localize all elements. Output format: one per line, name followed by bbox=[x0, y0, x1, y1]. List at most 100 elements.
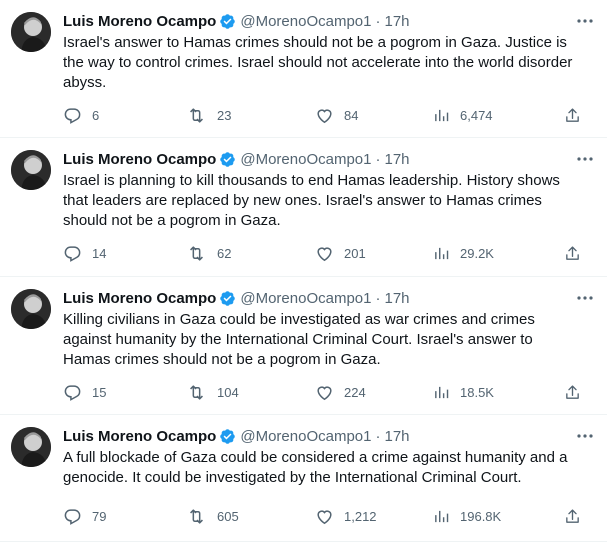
tweet-actions: 6 23 84 6,474 bbox=[63, 105, 591, 125]
tweet-text: Israel is planning to kill thousands to … bbox=[63, 172, 560, 229]
tweet-actions: 79 605 1,212 196.8K bbox=[63, 506, 591, 526]
views-chart-icon bbox=[435, 109, 449, 121]
heart-icon bbox=[317, 108, 332, 123]
views-button[interactable]: 29.2K bbox=[433, 243, 548, 263]
like-button[interactable]: 224 bbox=[315, 382, 433, 402]
author-handle[interactable]: @MorenoOcampo1 bbox=[240, 290, 371, 307]
reply-count: 6 bbox=[92, 107, 100, 123]
author-name[interactable]: Luis Moreno Ocampo bbox=[63, 13, 216, 30]
avatar[interactable] bbox=[11, 427, 51, 467]
retweet-icon bbox=[190, 245, 203, 261]
separator-dot: · bbox=[375, 427, 381, 445]
reply-icon bbox=[64, 245, 81, 262]
heart-icon bbox=[317, 246, 332, 261]
timestamp[interactable]: 17h bbox=[384, 428, 409, 445]
like-button[interactable]: 84 bbox=[315, 105, 433, 125]
like-count: 201 bbox=[344, 245, 366, 261]
share-icon bbox=[566, 384, 579, 399]
separator-dot: · bbox=[375, 289, 381, 307]
share-button[interactable] bbox=[564, 506, 591, 526]
tweet[interactable]: Luis Moreno Ocampo @MorenoOcampo1 · 17h … bbox=[0, 138, 607, 277]
retweet-button[interactable]: 62 bbox=[186, 243, 315, 263]
share-icon bbox=[566, 107, 579, 122]
more-options-icon[interactable] bbox=[575, 10, 595, 32]
tweet-text: Israel's answer to Hamas crimes should n… bbox=[63, 34, 573, 91]
author-handle[interactable]: @MorenoOcampo1 bbox=[240, 151, 371, 168]
heart-icon bbox=[317, 385, 332, 400]
tweet-actions: 15 104 224 18.5K bbox=[63, 382, 591, 402]
avatar[interactable] bbox=[11, 289, 51, 329]
more-options-icon[interactable] bbox=[575, 148, 595, 170]
reply-button[interactable]: 79 bbox=[63, 506, 186, 526]
verified-badge-icon bbox=[220, 13, 236, 29]
reply-icon bbox=[64, 384, 81, 401]
verified-badge-icon bbox=[220, 428, 236, 444]
retweet-icon bbox=[190, 508, 203, 524]
like-count: 1,212 bbox=[344, 508, 377, 524]
share-button[interactable] bbox=[564, 382, 591, 402]
avatar[interactable] bbox=[11, 150, 51, 190]
retweet-button[interactable]: 23 bbox=[186, 105, 315, 125]
views-chart-icon bbox=[435, 386, 449, 398]
retweet-count: 23 bbox=[217, 107, 232, 123]
more-options-icon[interactable] bbox=[575, 287, 595, 309]
avatar[interactable] bbox=[11, 12, 51, 52]
retweet-icon bbox=[190, 107, 203, 123]
retweet-count: 104 bbox=[217, 384, 239, 400]
views-button[interactable]: 6,474 bbox=[433, 105, 548, 125]
tweet[interactable]: Luis Moreno Ocampo @MorenoOcampo1 · 17h … bbox=[0, 277, 607, 415]
share-button[interactable] bbox=[564, 105, 591, 125]
tweet-feed: Luis Moreno Ocampo @MorenoOcampo1 · 17h … bbox=[0, 0, 607, 542]
reply-icon bbox=[64, 508, 81, 525]
reply-icon bbox=[64, 107, 81, 124]
timestamp[interactable]: 17h bbox=[384, 151, 409, 168]
tweet-text: Killing civilians in Gaza could be inves… bbox=[63, 311, 535, 368]
tweet-text: A full blockade of Gaza could be conside… bbox=[63, 449, 568, 486]
views-button[interactable]: 18.5K bbox=[433, 382, 548, 402]
author-handle[interactable]: @MorenoOcampo1 bbox=[240, 428, 371, 445]
reply-count: 14 bbox=[92, 245, 107, 261]
retweet-count: 605 bbox=[217, 508, 239, 524]
tweet-header: Luis Moreno Ocampo @MorenoOcampo1 · 17h bbox=[63, 10, 595, 32]
retweet-button[interactable]: 605 bbox=[186, 506, 315, 526]
reply-count: 15 bbox=[92, 384, 107, 400]
like-button[interactable]: 201 bbox=[315, 243, 433, 263]
separator-dot: · bbox=[375, 12, 381, 30]
like-count: 84 bbox=[344, 107, 359, 123]
more-options-icon[interactable] bbox=[575, 425, 595, 447]
share-button[interactable] bbox=[564, 243, 591, 263]
reply-button[interactable]: 6 bbox=[63, 105, 186, 125]
heart-icon bbox=[317, 509, 332, 524]
views-count: 196.8K bbox=[460, 508, 502, 524]
views-count: 29.2K bbox=[460, 245, 494, 261]
tweet-header: Luis Moreno Ocampo @MorenoOcampo1 · 17h bbox=[63, 148, 595, 170]
like-button[interactable]: 1,212 bbox=[315, 506, 433, 526]
tweet[interactable]: Luis Moreno Ocampo @MorenoOcampo1 · 17h … bbox=[0, 415, 607, 542]
views-chart-icon bbox=[435, 510, 449, 522]
author-name[interactable]: Luis Moreno Ocampo bbox=[63, 151, 216, 168]
views-count: 6,474 bbox=[460, 107, 493, 123]
tweet-actions: 14 62 201 29.2K bbox=[63, 243, 591, 263]
author-handle[interactable]: @MorenoOcampo1 bbox=[240, 13, 371, 30]
retweet-button[interactable]: 104 bbox=[186, 382, 315, 402]
share-icon bbox=[566, 508, 579, 523]
author-name[interactable]: Luis Moreno Ocampo bbox=[63, 290, 216, 307]
reply-button[interactable]: 14 bbox=[63, 243, 186, 263]
separator-dot: · bbox=[375, 150, 381, 168]
tweet-header: Luis Moreno Ocampo @MorenoOcampo1 · 17h bbox=[63, 425, 595, 447]
reply-button[interactable]: 15 bbox=[63, 382, 186, 402]
retweet-icon bbox=[190, 384, 203, 400]
share-icon bbox=[566, 245, 579, 260]
tweet-header: Luis Moreno Ocampo @MorenoOcampo1 · 17h bbox=[63, 287, 595, 309]
views-chart-icon bbox=[435, 247, 449, 259]
views-button[interactable]: 196.8K bbox=[433, 506, 548, 526]
verified-badge-icon bbox=[220, 151, 236, 167]
timestamp[interactable]: 17h bbox=[384, 290, 409, 307]
verified-badge-icon bbox=[220, 290, 236, 306]
reply-count: 79 bbox=[92, 508, 107, 524]
author-name[interactable]: Luis Moreno Ocampo bbox=[63, 428, 216, 445]
views-count: 18.5K bbox=[460, 384, 494, 400]
retweet-count: 62 bbox=[217, 245, 232, 261]
tweet[interactable]: Luis Moreno Ocampo @MorenoOcampo1 · 17h … bbox=[0, 0, 607, 138]
timestamp[interactable]: 17h bbox=[384, 13, 409, 30]
